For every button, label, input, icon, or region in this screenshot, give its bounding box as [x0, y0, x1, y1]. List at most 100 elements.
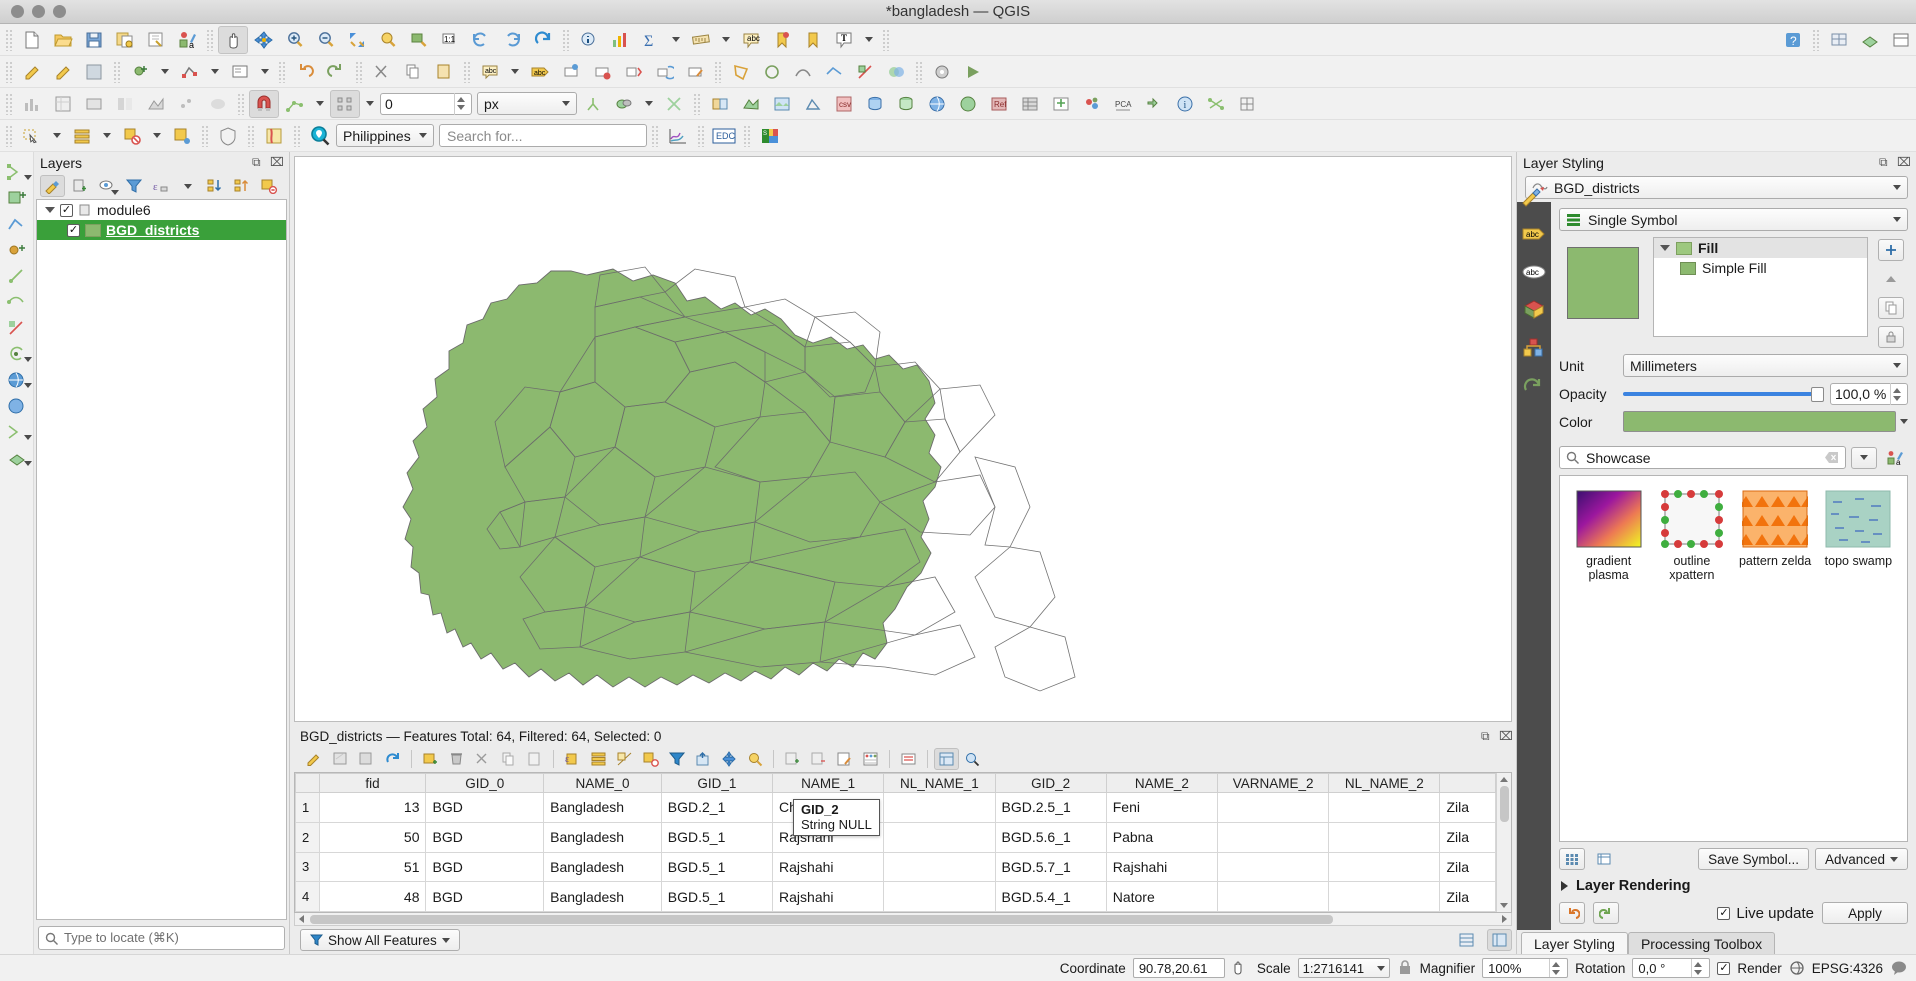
cell-fid[interactable]: 50: [318, 821, 427, 853]
terrain-analysis-icon[interactable]: [141, 90, 171, 118]
undock-styling-panel-icon[interactable]: ⧉: [1879, 156, 1892, 169]
group-module6[interactable]: ✓ module6: [37, 200, 286, 220]
toolbar-grip-x6[interactable]: [697, 124, 705, 147]
search-input[interactable]: Search for...: [439, 124, 647, 147]
cell-name2[interactable]: Natore: [1105, 881, 1218, 912]
save-layer-edits-icon[interactable]: [79, 58, 109, 86]
plot-tool-icon[interactable]: [663, 122, 693, 150]
text-annotation-icon[interactable]: T: [829, 26, 859, 54]
table-row[interactable]: 1 13 BGD Bangladesh BGD.2_1 Chittagong B…: [295, 792, 1497, 823]
merge-features-icon[interactable]: [881, 58, 911, 86]
toolbar-grip-x2[interactable]: [201, 124, 209, 147]
hscroll-right-icon[interactable]: [1498, 915, 1511, 923]
opacity-slider[interactable]: [1623, 383, 1824, 405]
boundary-plugin-icon[interactable]: [259, 122, 289, 150]
filter-select-icon[interactable]: [664, 748, 689, 770]
cell-type2[interactable]: Zila: [1439, 821, 1497, 853]
plugin-manager-icon[interactable]: [1139, 90, 1169, 118]
select-polygon-icon[interactable]: [726, 58, 756, 86]
snapping-type-icon[interactable]: [330, 89, 360, 118]
add-line-icon[interactable]: [2, 212, 32, 235]
history-tab-icon[interactable]: [1521, 374, 1547, 398]
add-wcs-layer-icon[interactable]: [953, 90, 983, 118]
zoom-to-native-icon[interactable]: 1:1: [435, 26, 465, 54]
expand-all-icon[interactable]: [202, 175, 227, 197]
toolbar-grip-2[interactable]: [206, 28, 214, 51]
align-raster-icon[interactable]: [79, 90, 109, 118]
attribute-grid[interactable]: fid GID_0 NAME_0 GID_1 NAME_1 NL_NAME_1 …: [294, 772, 1512, 913]
cell-nlname2[interactable]: [1328, 792, 1441, 823]
apply-button[interactable]: Apply: [1822, 902, 1908, 924]
crs-globe-icon[interactable]: [1789, 960, 1805, 976]
layer-rendering-section[interactable]: Layer Rendering: [1559, 872, 1908, 900]
undock-attribute-table-icon[interactable]: ⧉: [1481, 729, 1494, 743]
collapse-all-icon[interactable]: [229, 175, 254, 197]
save-project-icon[interactable]: [79, 26, 109, 54]
undo-icon[interactable]: [290, 58, 320, 86]
table-vertical-scrollbar[interactable]: [1496, 773, 1511, 912]
cell-gid2[interactable]: BGD.5.6_1: [994, 821, 1107, 853]
cell-varname2[interactable]: [1216, 792, 1330, 823]
add-mesh-layer-icon[interactable]: [798, 90, 828, 118]
unit-select[interactable]: Millimeters: [1623, 354, 1908, 377]
processing-toolbox-icon[interactable]: [927, 58, 957, 86]
table-row[interactable]: 2 50 BGD Bangladesh BGD.5_1 Rajshahi BGD…: [295, 821, 1497, 853]
cell-name2[interactable]: Rajshahi: [1105, 851, 1218, 883]
measure-dropdown-icon[interactable]: [717, 26, 735, 54]
cell-nlname2[interactable]: [1328, 821, 1441, 853]
cell-gid1[interactable]: BGD.5_1: [660, 821, 774, 853]
pan-map-icon[interactable]: [218, 25, 248, 54]
scroll-up-icon[interactable]: [1500, 777, 1509, 782]
zonal-statistics-icon[interactable]: [110, 90, 140, 118]
web-map-icon[interactable]: [2, 394, 32, 417]
globe-tool-icon[interactable]: [2, 368, 32, 391]
toolbar-grip-d1[interactable]: [5, 60, 13, 83]
toolbar-grip[interactable]: [5, 28, 13, 51]
undo-style-icon[interactable]: [1559, 902, 1585, 924]
modify-dropdown-icon[interactable]: [256, 58, 274, 86]
trim-extend-icon[interactable]: [2, 264, 32, 287]
cell-gid2[interactable]: BGD.2.5_1: [994, 792, 1107, 823]
scale-select[interactable]: 1:2716141: [1297, 958, 1390, 978]
add-postgis-layer-icon[interactable]: [860, 90, 890, 118]
remove-layer-icon[interactable]: [256, 175, 281, 197]
col-gid0[interactable]: GID_0: [425, 773, 545, 793]
cut-features-icon[interactable]: [470, 748, 495, 770]
manage-visibility-icon[interactable]: [94, 175, 119, 197]
organize-columns-icon[interactable]: [896, 748, 921, 770]
cell-gid1[interactable]: BGD.2_1: [660, 792, 774, 823]
close-attribute-table-icon[interactable]: ⌧: [1499, 729, 1513, 743]
add-group-icon[interactable]: [67, 175, 92, 197]
snapping-tolerance-input[interactable]: 0: [380, 92, 472, 115]
opacity-stepper[interactable]: [1890, 383, 1903, 405]
sum-icon[interactable]: Σ: [636, 26, 666, 54]
metadata-icon[interactable]: i: [1170, 90, 1200, 118]
symbol-outline-xpattern[interactable]: outline xpattern: [1655, 490, 1728, 582]
help-icon[interactable]: ?: [1778, 26, 1808, 54]
cell-gid0[interactable]: BGD: [425, 821, 545, 853]
add-vector-layer-icon[interactable]: [736, 90, 766, 118]
cell-fid[interactable]: 13: [318, 792, 427, 823]
filter-legend-icon[interactable]: [121, 175, 146, 197]
cell-name0[interactable]: Bangladesh: [543, 881, 662, 912]
topological-editing-icon[interactable]: [578, 90, 608, 118]
expand-triangle-icon[interactable]: [45, 207, 55, 213]
snapping-tolerance-stepper[interactable]: [454, 92, 467, 115]
map-canvas[interactable]: [294, 156, 1512, 722]
col-name0[interactable]: NAME_0: [543, 773, 662, 793]
vertex-edit-icon[interactable]: [2, 420, 32, 443]
rotation-stepper[interactable]: [1691, 959, 1704, 977]
toolbar-grip-x4[interactable]: [293, 124, 301, 147]
color-dropdown-icon[interactable]: [1900, 419, 1908, 424]
open-layer-styling-icon[interactable]: [40, 175, 65, 197]
reshape-icon[interactable]: [2, 290, 32, 313]
zoom-out-icon[interactable]: [311, 26, 341, 54]
toggle-editing-icon[interactable]: [302, 748, 327, 770]
toolbar-grip-s0[interactable]: [5, 92, 13, 115]
region-select[interactable]: Philippines: [336, 124, 434, 147]
delete-field-icon[interactable]: [806, 748, 831, 770]
group-checkbox[interactable]: ✓: [60, 203, 73, 217]
symbol-gallery[interactable]: gradient plasma outline xpattern pattern…: [1559, 475, 1908, 842]
toolbar-grip-x7[interactable]: [743, 124, 751, 147]
add-symbol-layer-icon[interactable]: [1878, 239, 1904, 261]
